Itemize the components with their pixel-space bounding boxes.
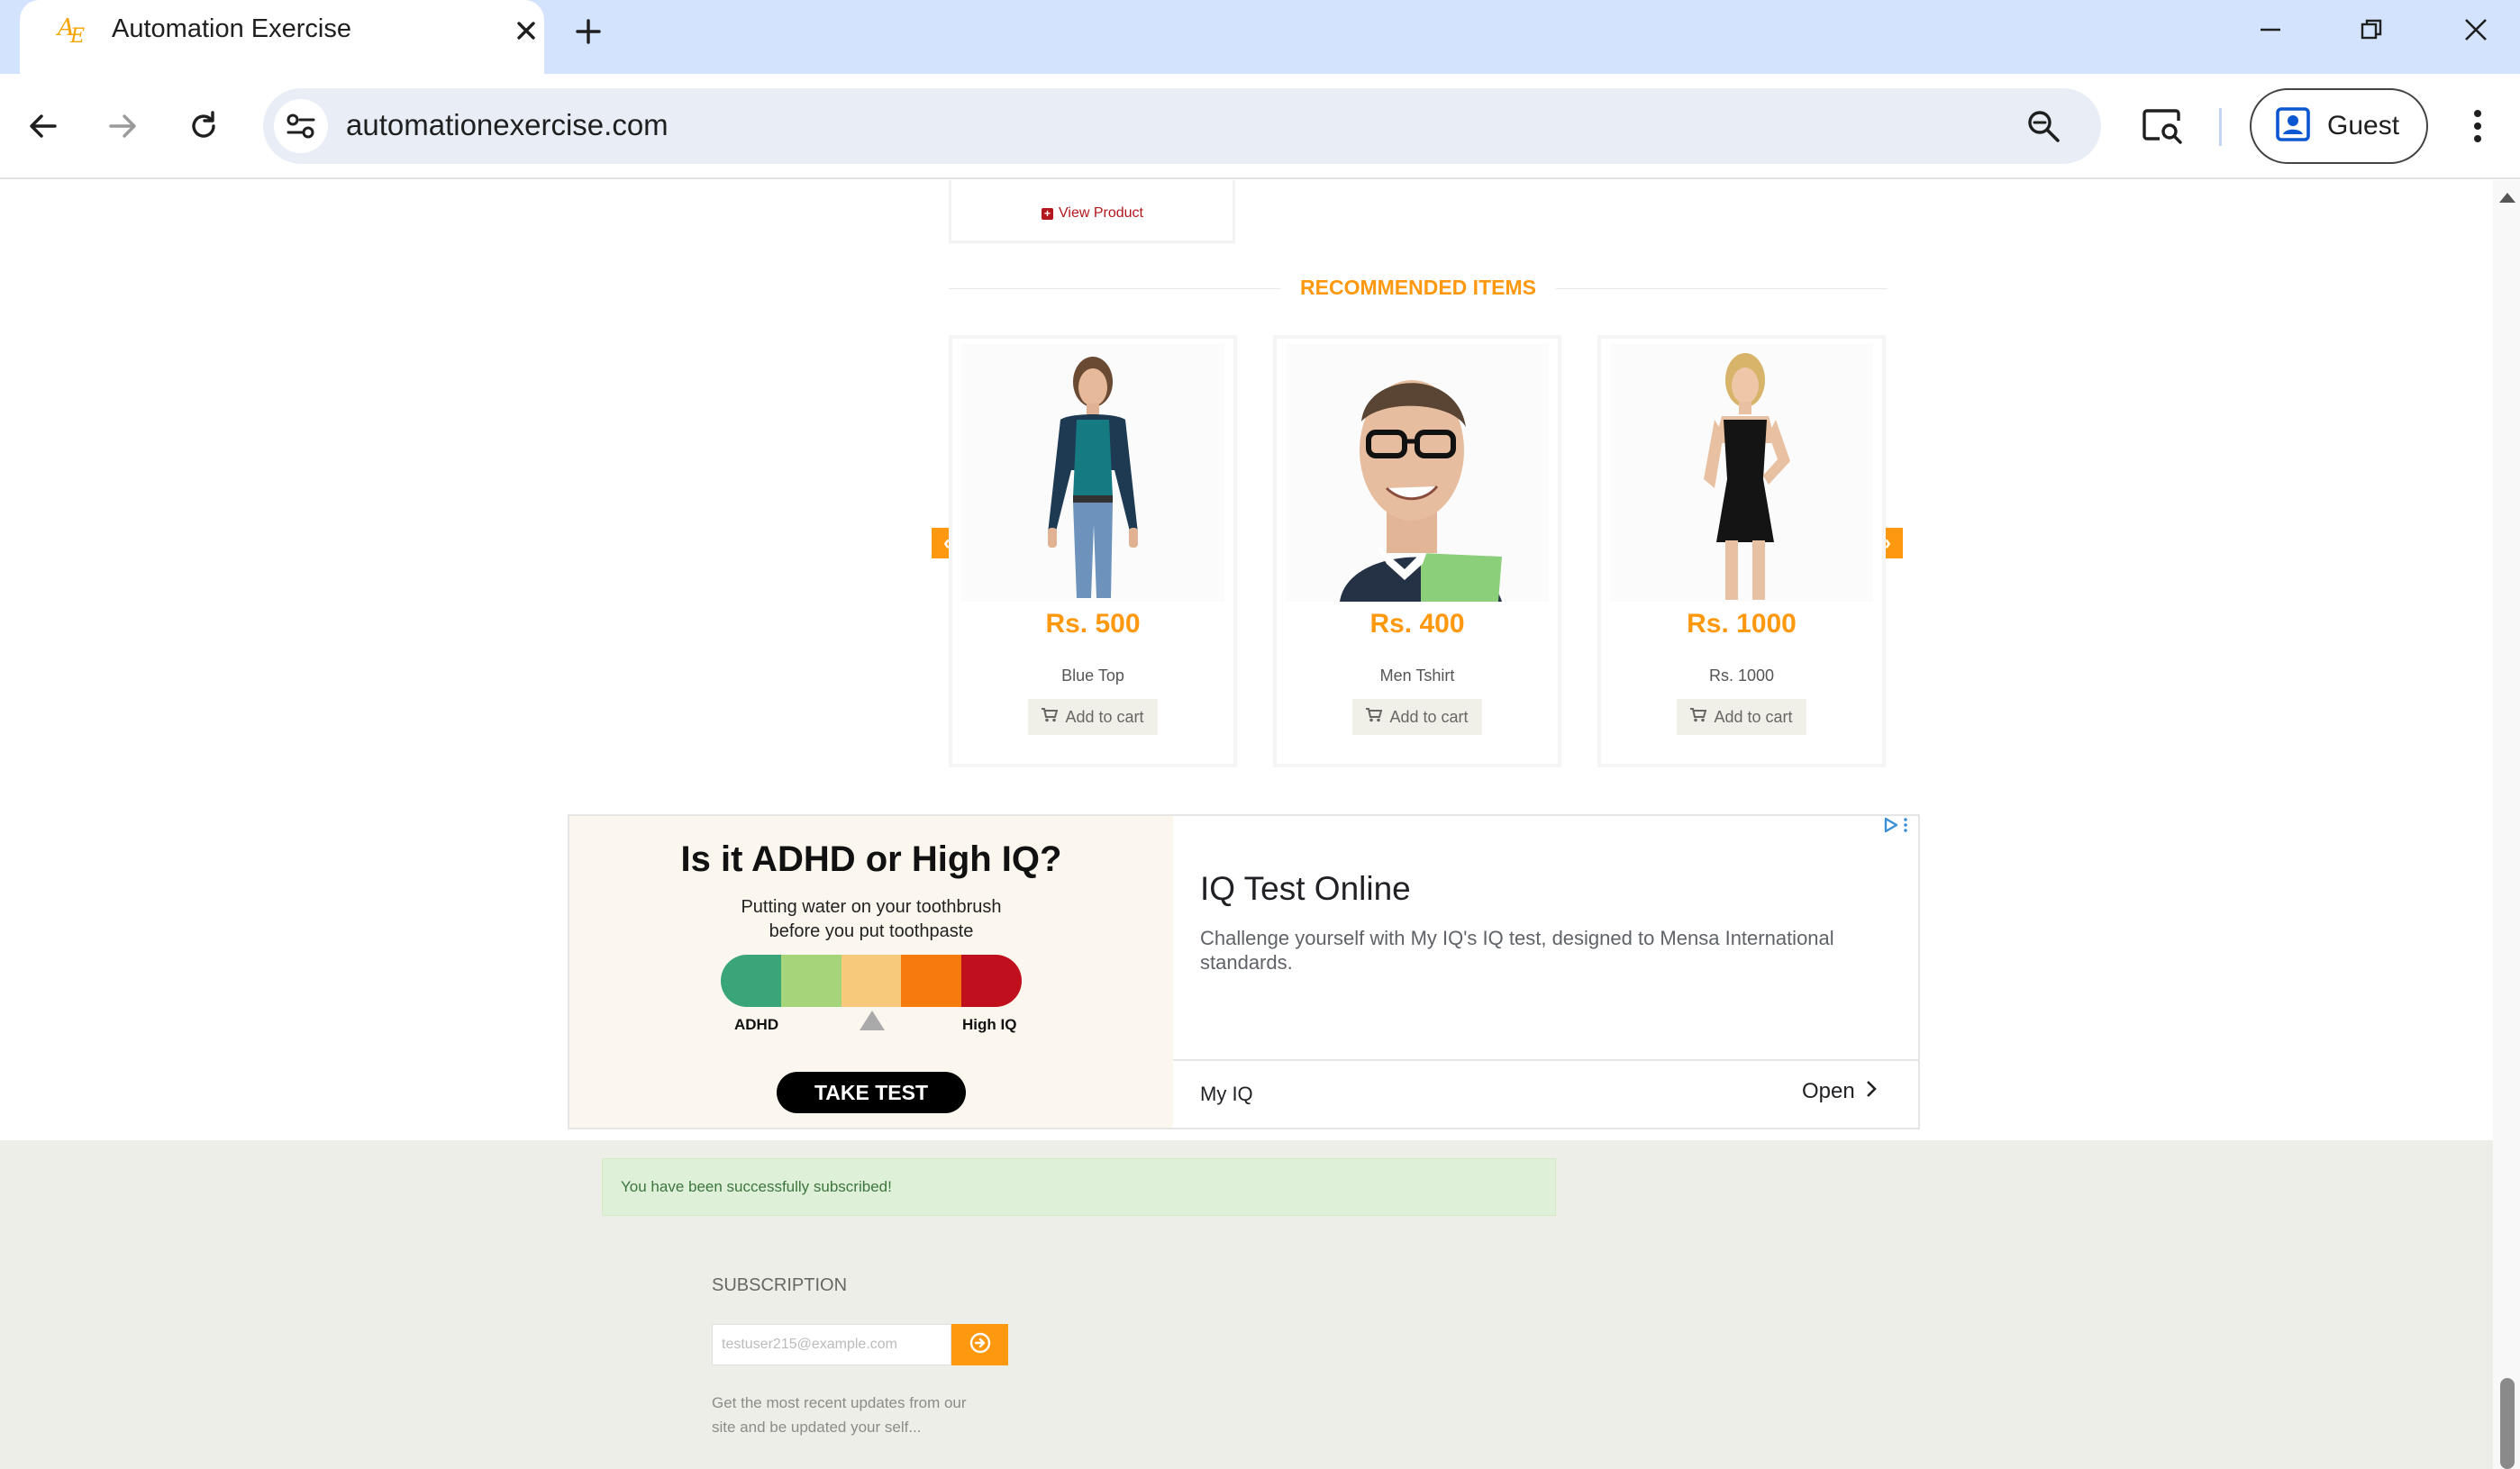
product-card: Rs. 400 Men Tshirt Add to cart <box>1273 335 1561 767</box>
footer: You have been successfully subscribed! S… <box>0 1140 2493 1469</box>
ad-meter-segment <box>841 955 902 1007</box>
browser-tab[interactable]: AE Automation Exercise <box>20 0 544 74</box>
ad-meter-segment <box>721 955 781 1007</box>
close-tab-icon[interactable] <box>506 11 546 50</box>
ad-meter-segment <box>961 955 1022 1007</box>
ad-meter-pointer-icon <box>860 1011 885 1030</box>
ad-subline-2: before you put toothpaste <box>769 921 974 941</box>
add-to-cart-button[interactable]: Add to cart <box>1352 699 1482 735</box>
ad-meter-segment <box>901 955 962 1007</box>
vertical-scrollbar[interactable] <box>2493 180 2520 1469</box>
product-card: Rs. 500 Blue Top Add to cart <box>949 335 1237 767</box>
ad-open-button[interactable]: Open <box>1802 1079 1877 1104</box>
ad-label-right: High IQ <box>962 1016 1017 1033</box>
chevron-right-icon <box>1866 1079 1877 1104</box>
take-test-button[interactable]: TAKE TEST <box>777 1072 966 1113</box>
profile-icon <box>2275 106 2311 147</box>
ad-title[interactable]: IQ Test Online <box>1200 870 1411 908</box>
plus-square-icon: + <box>1042 207 1053 220</box>
ad-description: Challenge yourself with My IQ's IQ test,… <box>1200 927 1834 974</box>
add-to-cart-label: Add to cart <box>1389 707 1469 726</box>
shopping-cart-icon <box>1042 707 1059 727</box>
ad-open-label: Open <box>1802 1079 1855 1103</box>
add-to-cart-label: Add to cart <box>1714 707 1793 726</box>
arrow-circle-right-icon <box>969 1332 991 1358</box>
ad-creative[interactable]: Is it ADHD or High IQ? Putting water on … <box>569 816 1173 1128</box>
recommended-title: RECOMMENDED ITEMS <box>1280 276 1556 300</box>
forward-icon[interactable] <box>97 101 148 151</box>
address-bar[interactable]: automationexercise.com <box>263 88 2101 164</box>
more-menu-icon[interactable] <box>2460 101 2496 151</box>
scrollbar-thumb[interactable] <box>2500 1378 2515 1469</box>
profile-label: Guest <box>2327 111 2400 141</box>
profile-button[interactable]: Guest <box>2250 88 2428 164</box>
ad-meter-segment <box>780 955 842 1007</box>
view-product-link[interactable]: + View Product <box>1042 205 1143 222</box>
browser-toolbar: automationexercise.com Guest <box>0 74 2520 179</box>
ad-subline-1: Putting water on your toothbrush <box>741 897 1002 917</box>
subscribe-success-alert: You have been successfully subscribed! <box>602 1158 1556 1216</box>
subscription-description: Get the most recent updates from our sit… <box>712 1394 967 1436</box>
previous-product-card: + View Product <box>949 180 1235 243</box>
reload-icon[interactable] <box>178 101 229 151</box>
ad-meter-bar <box>721 955 1022 1007</box>
add-to-cart-label: Add to cart <box>1065 707 1144 726</box>
scroll-up-arrow-icon[interactable] <box>2499 193 2515 203</box>
zoom-icon[interactable] <box>2020 103 2067 150</box>
minimize-icon[interactable] <box>2243 9 2297 50</box>
site-info-icon[interactable] <box>274 99 328 153</box>
restore-icon[interactable] <box>2344 9 2398 50</box>
add-to-cart-button[interactable]: Add to cart <box>1028 699 1158 735</box>
ad-divider <box>1173 1059 1920 1061</box>
page-viewport: + View Product RECOMMENDED ITEMS ‹ › Rs.… <box>0 180 2493 1469</box>
subscribe-button[interactable] <box>951 1324 1008 1365</box>
ad-label-left: ADHD <box>734 1016 779 1033</box>
product-card: Rs. 1000 Rs. 1000 Add to cart <box>1597 335 1886 767</box>
site-favicon-icon: AE <box>58 14 86 48</box>
url-text[interactable]: automationexercise.com <box>346 108 669 142</box>
back-icon[interactable] <box>18 101 68 151</box>
add-to-cart-button[interactable]: Add to cart <box>1677 699 1806 735</box>
close-window-icon[interactable] <box>2449 9 2503 50</box>
advertisement[interactable]: Is it ADHD or High IQ? Putting water on … <box>568 814 1920 1129</box>
new-tab-icon[interactable] <box>568 11 609 52</box>
subscription-title: SUBSCRIPTION <box>712 1275 848 1295</box>
ad-choices-icon[interactable] <box>1883 816 1919 834</box>
shopping-cart-icon <box>1366 707 1383 727</box>
ad-advertiser: My IQ <box>1200 1083 1253 1105</box>
tab-title: Automation Exercise <box>112 14 351 43</box>
subscribe-email-input[interactable]: testuser215@example.com <box>712 1324 951 1365</box>
toolbar-divider <box>2219 108 2222 146</box>
shopping-cart-icon <box>1690 707 1707 727</box>
ad-headline: Is it ADHD or High IQ? <box>680 839 1062 879</box>
search-tabs-icon[interactable] <box>2135 99 2189 153</box>
ad-subline: Putting water on your toothbrush before … <box>569 895 1173 944</box>
view-product-label: View Product <box>1059 205 1143 221</box>
tab-strip: AE Automation Exercise <box>0 0 2520 74</box>
